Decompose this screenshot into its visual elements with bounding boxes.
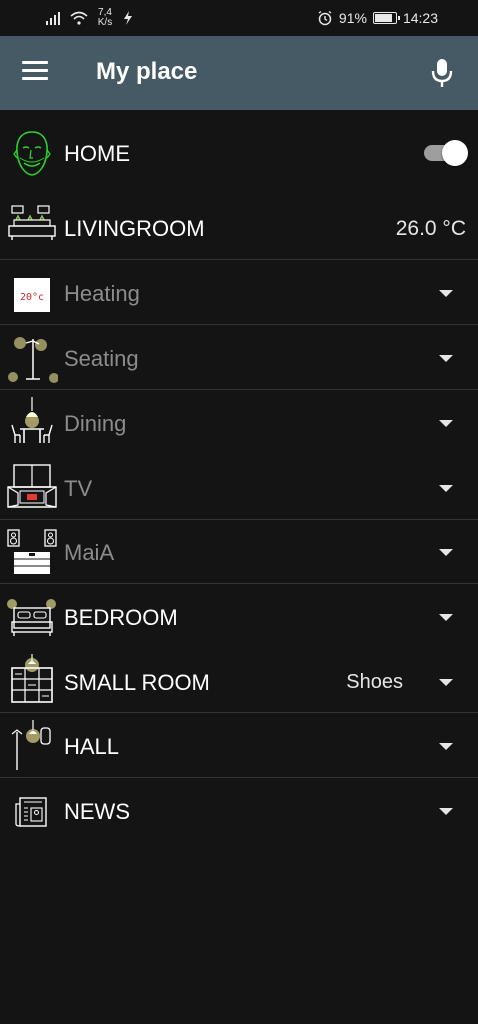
chevron-down-icon[interactable] [439,549,453,556]
chevron-down-icon[interactable] [439,808,453,815]
row-bedroom[interactable]: BEDROOM [0,584,478,649]
row-dining[interactable]: Dining [0,390,478,455]
speakers-icon [7,529,57,574]
home-toggle[interactable] [424,139,468,167]
thermostat-icon: 20°c [14,278,50,312]
row-label: HOME [64,141,130,166]
hall-icon [11,720,51,770]
menu-icon-bar [22,77,48,80]
row-livingroom[interactable]: LIVINGROOM 26.0 °C [0,190,478,260]
menu-icon-bar [22,61,48,64]
row-label: LIVINGROOM [64,216,205,241]
row-label: SMALL ROOM [64,670,210,695]
chevron-down-icon[interactable] [439,355,453,362]
chevron-down-icon[interactable] [439,485,453,492]
floor-lamp-icon [8,337,58,383]
livingroom-icon [8,205,56,240]
row-label: Dining [64,411,127,436]
row-label: MaiA [64,540,115,565]
row-label: NEWS [64,799,130,824]
row-seating[interactable]: Seating [0,325,478,390]
status-left: 7,4 K/s [46,6,134,30]
temperature-value: 26.0 °C [395,217,466,240]
bed-icon [7,599,56,636]
tv-cabinet-icon [7,464,57,508]
chevron-down-icon[interactable] [439,420,453,427]
battery-icon [372,12,400,24]
row-maia[interactable]: MaiA [0,520,478,584]
row-label: HALL [64,734,120,759]
battery-fill [374,14,393,22]
menu-button[interactable] [22,61,52,85]
app-bar: My place [0,36,478,110]
row-news[interactable]: NEWS [0,778,478,843]
face-icon [13,131,51,176]
row-label: TV [64,476,93,501]
app-title: My place [96,58,198,85]
clock: 14:23 [402,10,438,26]
menu-icon-bar [22,69,48,72]
thermostat-text: 20°c [20,292,44,303]
row-tv[interactable]: TV [0,455,478,520]
chevron-down-icon[interactable] [439,743,453,750]
chevron-down-icon[interactable] [439,290,453,297]
row-heating[interactable]: 20°c Heating [0,260,478,325]
newspaper-icon [15,797,47,827]
battery-percent: 91% [338,10,367,26]
row-label: Seating [64,346,139,371]
chevron-down-icon[interactable] [439,679,453,686]
charging-bolt-icon [124,11,132,25]
row-home[interactable]: HOME [0,118,478,190]
row-small-room[interactable]: SMALL ROOM Shoes [0,649,478,713]
row-label: BEDROOM [64,605,178,630]
dining-icon [11,397,53,443]
small-room-value: Shoes [346,671,403,693]
net-speed-unit: K/s [97,17,113,28]
toggle-knob [442,140,468,166]
microphone-icon[interactable] [426,56,458,90]
signal-icon [46,12,60,25]
wifi-icon [70,11,88,25]
status-bar: 7,4 K/s 91% 14:23 [0,0,478,36]
net-speed: 7,4 K/s [94,8,116,28]
row-hall[interactable]: HALL [0,713,478,778]
status-right: 91% 14:23 [317,8,438,28]
alarm-icon [318,10,332,26]
chevron-down-icon[interactable] [439,614,453,621]
row-label: Heating [64,281,140,306]
shelf-icon [11,654,53,703]
